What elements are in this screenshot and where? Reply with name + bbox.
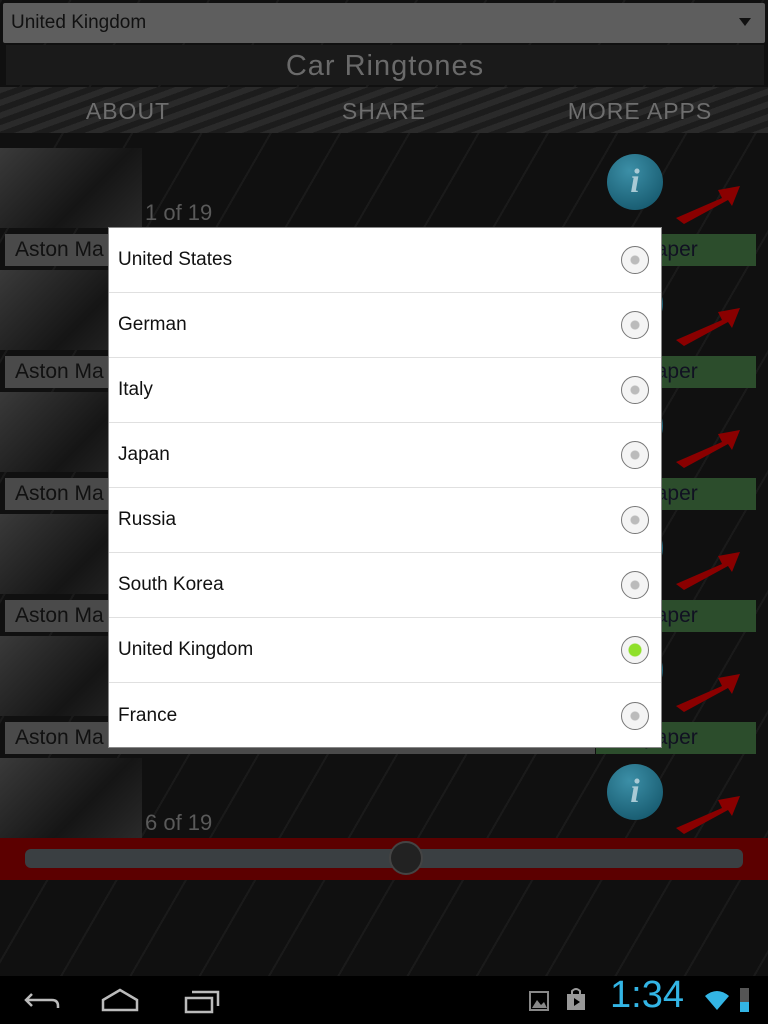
radio-button[interactable] bbox=[621, 701, 649, 730]
country-option[interactable]: United Kingdom bbox=[109, 618, 661, 683]
info-icon[interactable]: i bbox=[607, 764, 663, 820]
country-option[interactable]: Russia bbox=[109, 488, 661, 553]
app-title: Car Ringtones bbox=[6, 45, 764, 85]
car-thumbnail bbox=[0, 758, 142, 838]
clock: 1:34 bbox=[610, 974, 684, 1016]
dropdown-arrow-icon bbox=[739, 18, 751, 26]
radio-button[interactable] bbox=[621, 311, 649, 339]
country-option[interactable]: South Korea bbox=[109, 553, 661, 618]
battery-icon bbox=[740, 988, 749, 1012]
arrow-icon[interactable] bbox=[672, 794, 742, 834]
radio-button[interactable] bbox=[621, 636, 649, 664]
seekbar-track[interactable] bbox=[25, 841, 743, 875]
system-nav-bar: 1:34 bbox=[0, 974, 768, 1024]
country-spinner[interactable]: United Kingdom bbox=[3, 3, 765, 43]
country-option[interactable]: Japan bbox=[109, 423, 661, 488]
country-dialog: United States German Italy Japan Russia South… bbox=[108, 227, 662, 748]
radio-button[interactable] bbox=[621, 506, 649, 534]
arrow-icon[interactable] bbox=[672, 184, 742, 224]
wifi-icon bbox=[705, 991, 729, 1010]
item-count: 6 of 19 bbox=[145, 810, 213, 835]
radio-button[interactable] bbox=[621, 441, 649, 469]
option-label: South Korea bbox=[118, 574, 224, 595]
radio-button[interactable] bbox=[621, 246, 649, 274]
country-option[interactable]: German bbox=[109, 293, 661, 358]
option-label: France bbox=[118, 704, 178, 726]
arrow-icon[interactable] bbox=[672, 672, 742, 712]
country-option[interactable]: Italy bbox=[109, 358, 661, 423]
arrow-icon[interactable] bbox=[672, 428, 742, 468]
back-icon[interactable] bbox=[22, 986, 62, 1014]
option-label: German bbox=[118, 314, 187, 335]
play-store-notification-icon bbox=[567, 988, 585, 1010]
country-option[interactable]: United States bbox=[109, 228, 661, 293]
country-option[interactable]: France bbox=[109, 683, 661, 748]
radio-button[interactable] bbox=[621, 376, 649, 404]
tab-more-apps[interactable]: MORE APPS bbox=[512, 87, 768, 133]
option-label: Japan bbox=[118, 444, 170, 465]
tab-share[interactable]: SHARE bbox=[256, 87, 512, 133]
option-label: Russia bbox=[118, 509, 177, 530]
spinner-value: United Kingdom bbox=[11, 12, 147, 33]
arrow-icon[interactable] bbox=[672, 306, 742, 346]
seekbar bbox=[0, 838, 768, 880]
tab-bar: ABOUT SHARE MORE APPS bbox=[0, 87, 768, 133]
gallery-notification-icon bbox=[529, 991, 549, 1011]
arrow-icon[interactable] bbox=[672, 550, 742, 590]
car-thumbnail bbox=[0, 148, 142, 228]
radio-button[interactable] bbox=[621, 571, 649, 599]
option-label: United Kingdom bbox=[118, 639, 254, 660]
tab-about[interactable]: ABOUT bbox=[0, 87, 256, 133]
info-icon[interactable]: i bbox=[607, 154, 663, 210]
home-icon[interactable] bbox=[100, 986, 140, 1014]
option-label: United States bbox=[118, 249, 233, 270]
seekbar-thumb[interactable] bbox=[388, 841, 423, 875]
recent-apps-icon[interactable] bbox=[182, 986, 222, 1014]
item-count: 1 of 19 bbox=[145, 200, 213, 225]
option-label: Italy bbox=[118, 379, 153, 400]
